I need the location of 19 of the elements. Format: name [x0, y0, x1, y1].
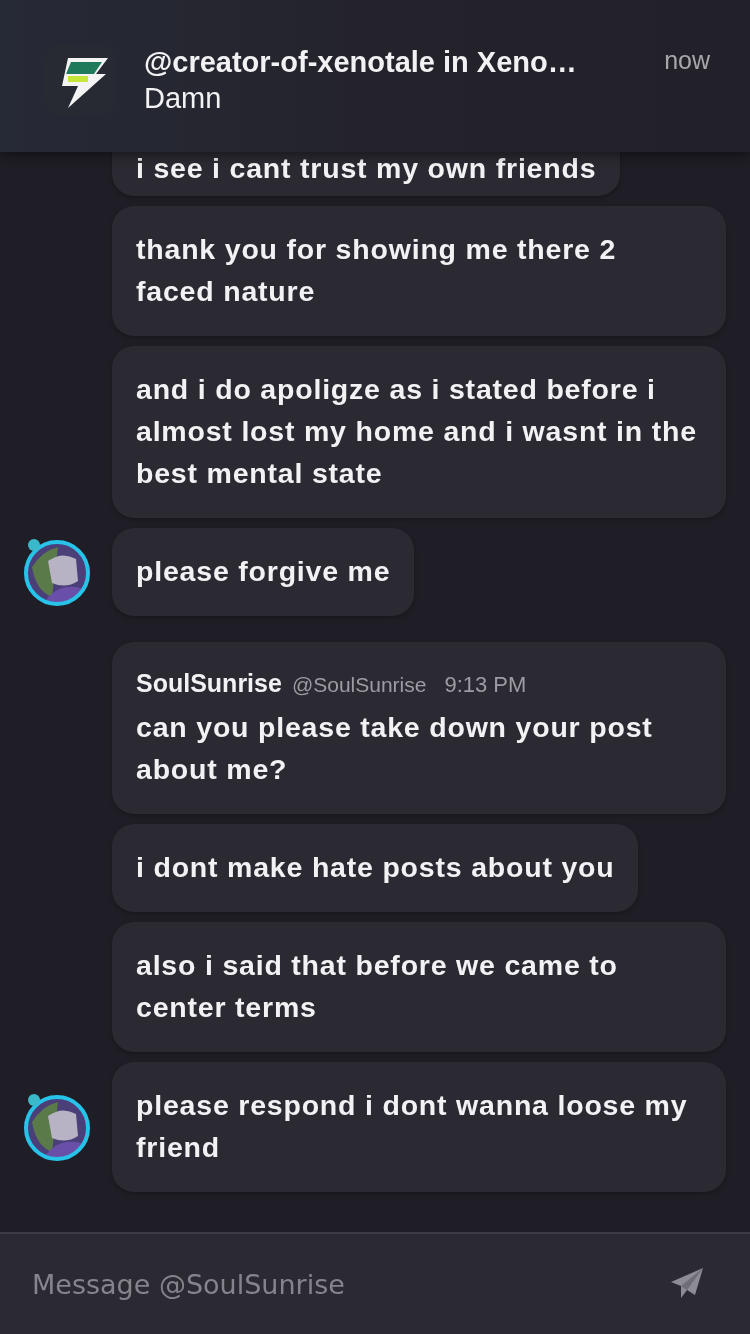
notification-message: Damn — [144, 81, 223, 116]
message-text: i dont make hate posts about you — [136, 850, 615, 885]
message-text: can you please take down your post about me? — [136, 710, 654, 787]
message-text: and i do apoligze as i stated before i almost lost my home and i wasnt in the best mental state — [136, 372, 698, 491]
message-text: also i said that before we came to center terms — [136, 948, 619, 1025]
notification-title: @creator-of-xenotale in Xeno… — [144, 45, 578, 80]
message-text: please respond i dont wanna loose my friend — [136, 1088, 689, 1165]
message-field[interactable]: Message @SoulSunrise — [0, 1232, 750, 1334]
notification-time: now — [664, 45, 710, 76]
notification-banner[interactable]: @creator-of-xenotale in Xeno… Damn now — [0, 0, 750, 152]
message-text: i see i cant trust my own friends — [136, 152, 597, 184]
avatar[interactable] — [22, 1092, 92, 1162]
message-time: 9:13 PM — [444, 672, 527, 698]
message-text: thank you for showing me there 2 faced nature — [136, 232, 618, 309]
avatar[interactable] — [22, 537, 92, 607]
message-text: please forgive me — [136, 554, 391, 589]
message-input[interactable]: Message @SoulSunrise — [32, 1262, 670, 1306]
author-handle: @SoulSunrise — [291, 673, 427, 697]
author-name: SoulSunrise — [136, 668, 282, 699]
